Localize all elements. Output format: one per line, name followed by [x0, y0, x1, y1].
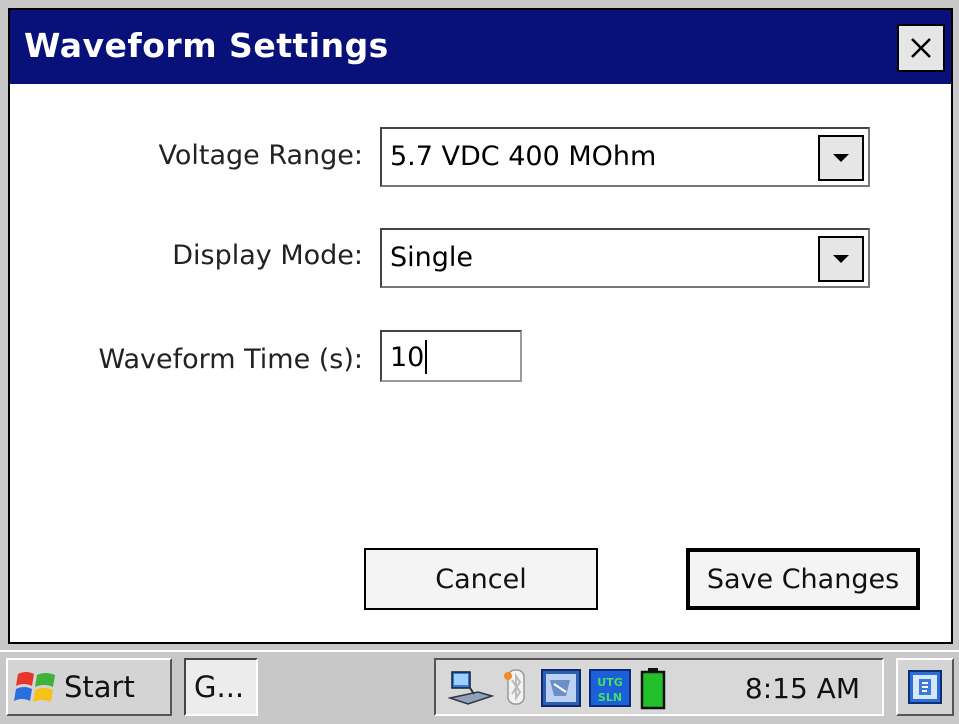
waveform-time-value: 10 — [390, 342, 425, 373]
utg-sln-icon[interactable]: UTG SLN — [588, 668, 632, 708]
dropdown-arrow-button[interactable] — [818, 236, 864, 282]
network-icon[interactable] — [448, 668, 494, 708]
clock[interactable]: 8:15 AM — [745, 672, 860, 705]
start-button[interactable]: Start — [6, 658, 172, 716]
start-label: Start — [64, 670, 135, 704]
waveform-settings-dialog: Waveform Settings Voltage Range: 5.7 VDC… — [8, 8, 953, 644]
windows-logo-icon — [14, 672, 55, 702]
title-bar: Waveform Settings — [10, 10, 951, 84]
desktop-icon — [908, 670, 942, 704]
battery-icon[interactable] — [640, 668, 666, 710]
cancel-button[interactable]: Cancel — [364, 548, 598, 610]
svg-text:UTG: UTG — [597, 676, 622, 689]
voltage-range-dropdown[interactable]: 5.7 VDC 400 MOhm — [380, 127, 870, 187]
voltage-range-label: Voltage Range: — [158, 140, 363, 171]
system-tray: UTG SLN 8:15 AM — [434, 658, 884, 716]
display-mode-value: Single — [390, 242, 474, 273]
chevron-down-icon — [833, 255, 849, 263]
display-mode-dropdown[interactable]: Single — [380, 228, 870, 288]
taskbar-task-button[interactable]: G... — [184, 658, 258, 716]
dropdown-arrow-button[interactable] — [818, 135, 864, 181]
svg-text:SLN: SLN — [598, 691, 622, 704]
text-caret — [425, 340, 427, 374]
close-button[interactable] — [897, 24, 945, 72]
taskbar: Start G... UTG SLN 8:15 AM — [0, 650, 959, 724]
chevron-down-icon — [833, 154, 849, 162]
waveform-time-label: Waveform Time (s): — [98, 344, 363, 375]
sync-icon[interactable] — [540, 668, 584, 708]
save-changes-button[interactable]: Save Changes — [686, 548, 920, 610]
desktop-button[interactable] — [896, 658, 954, 716]
window-title: Waveform Settings — [24, 26, 389, 65]
display-mode-label: Display Mode: — [172, 240, 363, 271]
waveform-time-input[interactable]: 10 — [380, 330, 522, 382]
voltage-range-value: 5.7 VDC 400 MOhm — [390, 141, 657, 172]
bluetooth-icon[interactable] — [502, 668, 530, 708]
close-icon — [911, 38, 931, 58]
